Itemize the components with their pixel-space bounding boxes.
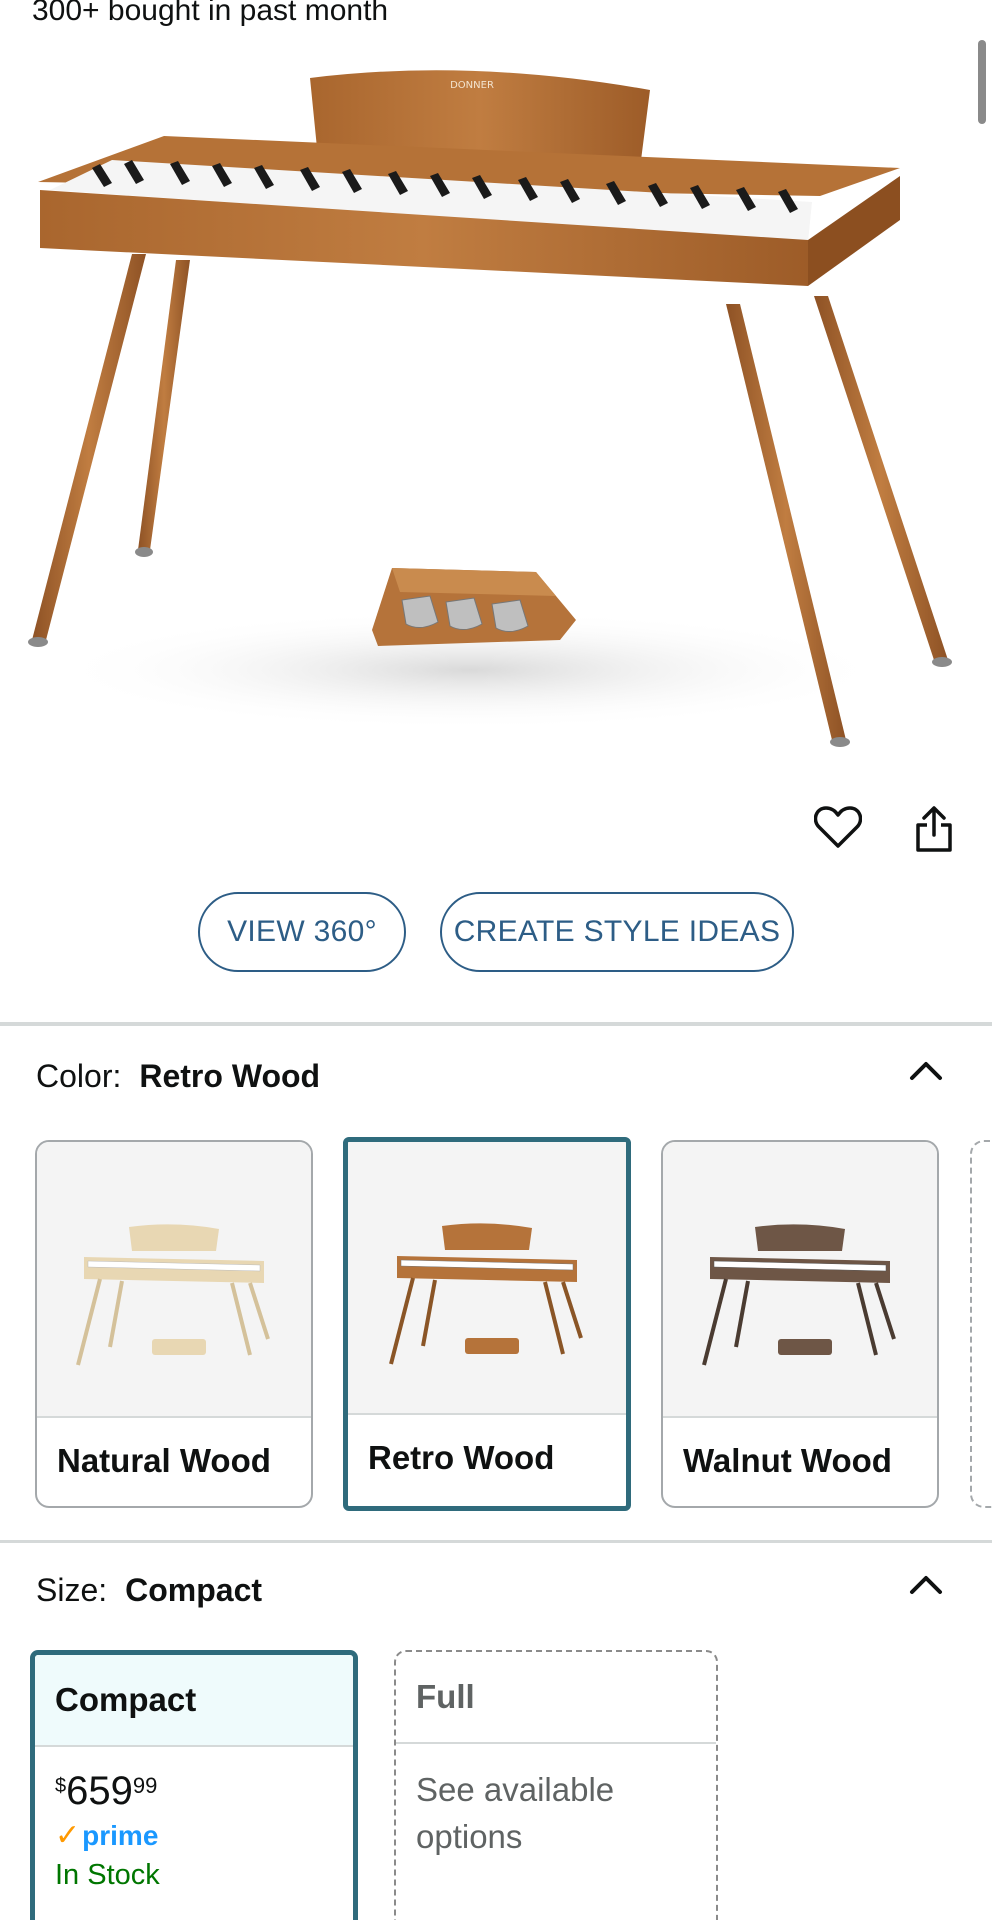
price-cents: 99 [132, 1773, 158, 1798]
product-image[interactable]: DONNER [0, 40, 992, 780]
size-label-key: Size: [36, 1572, 108, 1608]
color-option-name: Natural Wood [57, 1442, 271, 1479]
piano-thumbnail-walnut [702, 1224, 896, 1366]
piano-thumbnail-retro [389, 1222, 583, 1364]
color-thumbnail [348, 1142, 626, 1415]
price: $65999 [35, 1747, 353, 1814]
color-option-retro-wood[interactable]: Retro Wood [343, 1137, 631, 1511]
view-360-button[interactable]: VIEW 360° [198, 892, 406, 972]
color-option-walnut-wood[interactable]: Walnut Wood [661, 1140, 939, 1508]
create-style-ideas-button[interactable]: CREATE STYLE IDEAS [440, 892, 794, 972]
size-option-compact[interactable]: Compact $65999 ✓ prime In Stock [30, 1650, 358, 1920]
color-option-natural-wood[interactable]: Natural Wood [35, 1140, 313, 1508]
price-currency: $ [55, 1775, 67, 1797]
size-selected-value: Compact [125, 1572, 263, 1608]
size-option-name: Full [396, 1652, 716, 1744]
section-divider [0, 1540, 992, 1543]
share-icon [916, 806, 952, 852]
price-whole: 659 [66, 1769, 133, 1813]
piano-thumbnail-natural [76, 1224, 270, 1366]
color-selected-value: Retro Wood [139, 1058, 321, 1094]
stock-status: In Stock [55, 1859, 160, 1891]
collapse-size-chevron-up-icon[interactable] [908, 1572, 944, 1596]
color-thumbnail [37, 1142, 311, 1418]
color-thumbnail [663, 1142, 937, 1418]
heart-icon [814, 806, 862, 848]
wishlist-button[interactable] [808, 797, 868, 857]
color-option-name: Retro Wood [368, 1439, 555, 1476]
color-option-more-peek[interactable] [970, 1140, 992, 1508]
color-label: Color: Retro Wood [36, 1058, 320, 1095]
section-divider [0, 1022, 992, 1026]
color-option-name: Walnut Wood [683, 1442, 892, 1479]
size-option-full[interactable]: Full See available options [394, 1650, 718, 1920]
prime-text: prime [82, 1819, 159, 1851]
availability-text: See available options [416, 1771, 615, 1855]
size-label: Size: Compact [36, 1572, 262, 1609]
bought-count-text: 300+ bought in past month [32, 0, 389, 27]
color-label-key: Color: [36, 1058, 122, 1094]
collapse-color-chevron-up-icon[interactable] [908, 1058, 944, 1082]
size-option-name: Compact [35, 1655, 353, 1747]
prime-check-icon: ✓ [55, 1819, 81, 1852]
share-button[interactable] [904, 797, 964, 861]
brand-logo: DONNER [450, 80, 494, 91]
prime-badge: ✓ prime [35, 1814, 353, 1853]
